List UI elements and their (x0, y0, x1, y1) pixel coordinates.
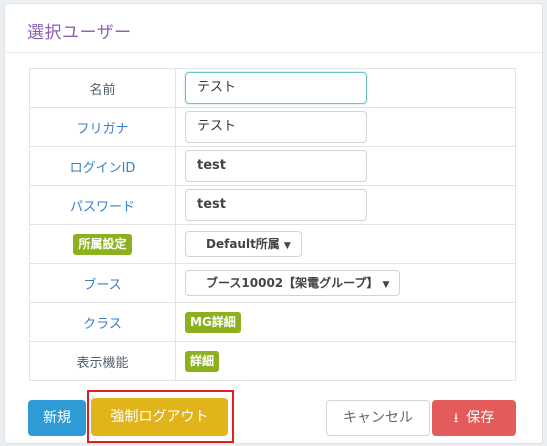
class-label: クラス (29, 302, 176, 342)
force-logout-button[interactable]: 強制ログアウト (91, 398, 228, 436)
row-booth: ブース ブース10002【架電グループ】 ▼ (29, 263, 516, 303)
booth-value: ブース10002【架電グループ】 (206, 276, 379, 290)
display-label: 表示機能 (29, 341, 176, 381)
save-label: 保存 (466, 410, 495, 426)
furigana-label: フリガナ (29, 107, 176, 147)
row-furigana: フリガナ テスト (29, 107, 516, 147)
user-form-table: 名前 テスト フリガナ テスト ログインID test パスワード test 所… (29, 68, 516, 381)
row-affiliation: 所属設定 Default所属 ▼ (29, 224, 516, 264)
download-icon: ⭳ (453, 411, 459, 426)
password-input[interactable]: test (185, 189, 367, 221)
furigana-input[interactable]: テスト (185, 111, 367, 143)
row-login-id: ログインID test (29, 146, 516, 186)
name-input[interactable]: テスト (185, 72, 367, 104)
panel-header: 選択ユーザー (5, 4, 542, 53)
booth-label: ブース (29, 263, 176, 303)
affiliation-dropdown[interactable]: Default所属 ▼ (185, 231, 302, 257)
panel-title: 選択ユーザー (27, 23, 132, 43)
display-detail-button[interactable]: 詳細 (185, 351, 220, 372)
cancel-button[interactable]: キャンセル (326, 400, 430, 436)
booth-dropdown[interactable]: ブース10002【架電グループ】 ▼ (185, 270, 401, 296)
save-button[interactable]: ⭳ 保存 (432, 400, 516, 436)
row-class: クラス MG詳細 (29, 302, 516, 342)
row-name: 名前 テスト (29, 68, 516, 108)
class-detail-button[interactable]: MG詳細 (185, 312, 241, 333)
caret-down-icon: ▼ (283, 241, 291, 251)
row-display: 表示機能 詳細 (29, 341, 516, 381)
caret-down-icon: ▼ (382, 280, 390, 290)
name-label: 名前 (29, 68, 176, 108)
user-panel: 選択ユーザー 名前 テスト フリガナ テスト ログインID test パスワード… (4, 3, 543, 444)
login-id-input[interactable]: test (185, 150, 367, 182)
login-id-label: ログインID (29, 146, 176, 186)
affiliation-settings-button[interactable]: 所属設定 (73, 233, 132, 255)
password-label: パスワード (29, 185, 176, 225)
affiliation-value: Default所属 (206, 237, 280, 251)
new-button[interactable]: 新規 (28, 400, 86, 436)
row-password: パスワード test (29, 185, 516, 225)
